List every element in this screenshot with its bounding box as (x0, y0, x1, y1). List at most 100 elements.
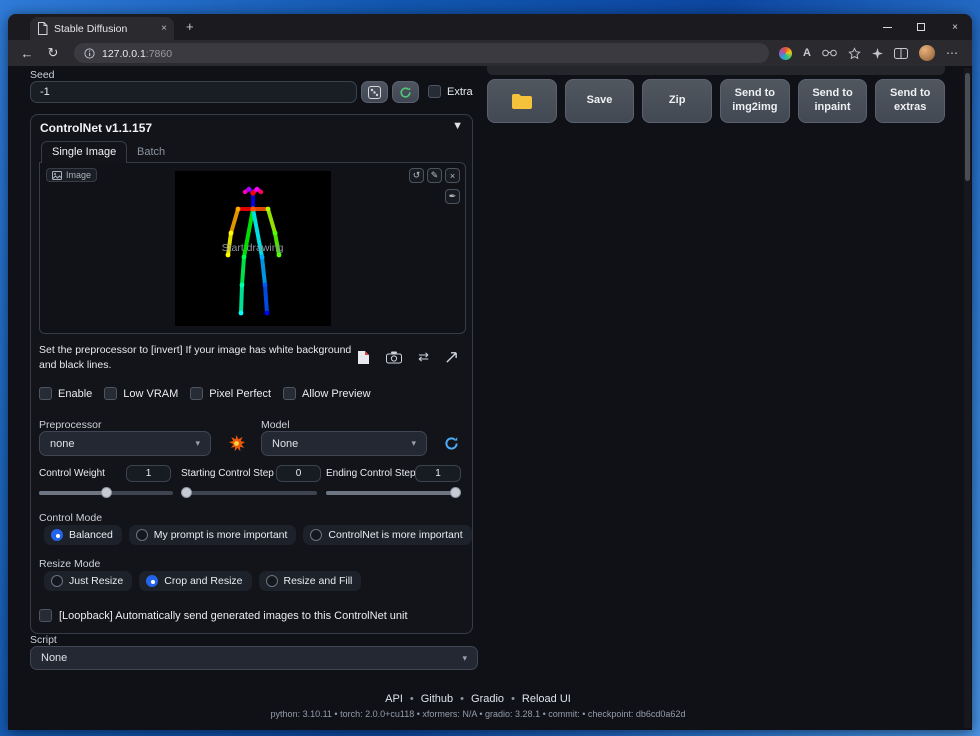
control-mode-prompt[interactable]: My prompt is more important (129, 525, 297, 545)
canvas-tool-icons: ⇄ (357, 349, 458, 365)
collapse-icon[interactable]: ▼ (452, 120, 463, 132)
chevron-down-icon: ▾ (462, 653, 467, 664)
starting-step-slider[interactable] (181, 491, 317, 495)
resize-resize-and-fill[interactable]: Resize and Fill (259, 571, 362, 591)
browser-tabstrip: Stable Diffusion × + × (8, 14, 972, 40)
image-upload-area[interactable]: Image ↺ ✎ × ✒ (39, 162, 466, 334)
profile-avatar[interactable] (919, 45, 935, 61)
sketch-pen-icon[interactable]: ✒ (445, 189, 460, 204)
gradio-link[interactable]: Gradio (471, 693, 504, 705)
model-label: Model (261, 419, 290, 431)
edit-icon[interactable]: ✎ (427, 168, 442, 183)
new-tab-button[interactable]: + (186, 19, 194, 34)
scrollbar-thumb[interactable] (965, 73, 970, 181)
radio-icon[interactable] (310, 529, 322, 541)
loopback-option: [Loopback] Automatically send generated … (39, 609, 408, 622)
send-to-extras-button[interactable]: Send to extras (875, 79, 945, 123)
resize-just-resize[interactable]: Just Resize (44, 571, 132, 591)
pixel-perfect-checkbox[interactable] (190, 387, 203, 400)
radio-icon[interactable] (136, 529, 148, 541)
chevron-down-icon: ▾ (411, 438, 416, 449)
new-canvas-icon[interactable] (357, 350, 370, 365)
collections-icon[interactable] (872, 48, 883, 59)
starting-step-label: Starting Control Step (181, 468, 274, 479)
split-screen-icon[interactable] (894, 48, 908, 59)
preprocessor-value: none (50, 438, 74, 450)
tab-batch[interactable]: Batch (137, 146, 165, 158)
lowvram-option: Low VRAM (104, 387, 178, 400)
slider-handle[interactable] (101, 487, 112, 498)
site-info-icon[interactable] (84, 48, 95, 59)
extra-seed-checkbox[interactable] (428, 85, 441, 98)
api-link[interactable]: API (385, 693, 403, 705)
reuse-seed-button[interactable] (392, 81, 419, 103)
slider-handle[interactable] (450, 487, 461, 498)
allow-preview-checkbox[interactable] (283, 387, 296, 400)
refresh-models-icon[interactable] (444, 436, 459, 451)
loopback-checkbox[interactable] (39, 609, 52, 622)
script-dropdown[interactable]: None ▾ (30, 646, 478, 670)
slider-handle[interactable] (181, 487, 192, 498)
back-button[interactable]: ← (16, 46, 38, 61)
resize-mode-label: Resize Mode (39, 558, 100, 570)
pixel-perfect-label: Pixel Perfect (209, 388, 271, 400)
model-dropdown[interactable]: None ▾ (261, 431, 427, 456)
control-mode-controlnet-label: ControlNet is more important (328, 529, 462, 541)
radio-selected-icon[interactable] (146, 575, 158, 587)
address-bar[interactable]: 127.0.0.1:7860 (74, 43, 769, 63)
radio-icon[interactable] (266, 575, 278, 587)
text-size-icon[interactable]: A (803, 47, 811, 59)
window-maximize-button[interactable] (904, 14, 938, 40)
send-to-img2img-button[interactable]: Send to img2img (720, 79, 790, 123)
webcam-icon[interactable] (386, 351, 402, 364)
reload-ui-link[interactable]: Reload UI (522, 693, 571, 705)
edit-arrow-icon[interactable] (445, 351, 458, 364)
image-icon (52, 171, 62, 180)
extension-color-icon[interactable] (779, 47, 792, 60)
browser-tab[interactable]: Stable Diffusion × (30, 17, 174, 40)
control-mode-prompt-label: My prompt is more important (154, 529, 288, 541)
save-button[interactable]: Save (565, 79, 635, 123)
page-scrollbar[interactable] (964, 68, 971, 728)
window-close-button[interactable]: × (938, 14, 972, 40)
run-preprocessor-icon[interactable] (228, 435, 245, 452)
ending-step-slider[interactable] (326, 491, 461, 495)
resize-crop-and-resize-label: Crop and Resize (164, 575, 242, 587)
radio-icon[interactable] (51, 575, 63, 587)
url-port: :7860 (146, 48, 172, 60)
browser-toolbar: ← ↻ 127.0.0.1:7860 A ⋯ (8, 40, 972, 66)
open-folder-button[interactable] (487, 79, 557, 123)
controlnet-title[interactable]: ControlNet v1.1.157 (40, 121, 152, 135)
browser-menu-icon[interactable]: ⋯ (946, 46, 958, 60)
radio-selected-icon[interactable] (51, 529, 63, 541)
clear-image-icon[interactable]: × (445, 168, 460, 183)
ending-step-value[interactable]: 1 (415, 465, 461, 482)
mirror-webcam-icon[interactable]: ⇄ (418, 349, 429, 365)
enable-checkbox[interactable] (39, 387, 52, 400)
zip-button[interactable]: Zip (642, 79, 712, 123)
add-favorite-icon[interactable] (848, 47, 861, 60)
seed-input[interactable] (30, 81, 357, 103)
send-to-inpaint-button[interactable]: Send to inpaint (798, 79, 868, 123)
control-mode-balanced[interactable]: Balanced (44, 525, 122, 545)
control-weight-slider[interactable] (39, 491, 173, 495)
image-tool-buttons: ↺ ✎ × (409, 168, 460, 183)
control-mode-controlnet[interactable]: ControlNet is more important (303, 525, 471, 545)
preprocessor-dropdown[interactable]: none ▾ (39, 431, 211, 456)
window-minimize-button[interactable] (870, 14, 904, 40)
separator-dot: • (460, 693, 464, 705)
preprocessor-hint: Set the preprocessor to [invert] If your… (39, 343, 359, 373)
browser-window: Stable Diffusion × + × ← ↻ 127.0.0.1:786… (8, 14, 972, 730)
control-weight-value[interactable]: 1 (126, 465, 171, 482)
refresh-button[interactable]: ↻ (42, 45, 64, 61)
github-link[interactable]: Github (421, 693, 453, 705)
tab-close-icon[interactable]: × (161, 23, 167, 34)
resize-crop-and-resize[interactable]: Crop and Resize (139, 571, 251, 591)
seed-label: Seed (30, 69, 55, 81)
random-seed-button[interactable] (361, 81, 388, 103)
immersive-reader-icon[interactable] (822, 49, 837, 57)
starting-step-value[interactable]: 0 (276, 465, 321, 482)
undo-icon[interactable]: ↺ (409, 168, 424, 183)
tab-single-image[interactable]: Single Image (41, 141, 127, 163)
lowvram-checkbox[interactable] (104, 387, 117, 400)
